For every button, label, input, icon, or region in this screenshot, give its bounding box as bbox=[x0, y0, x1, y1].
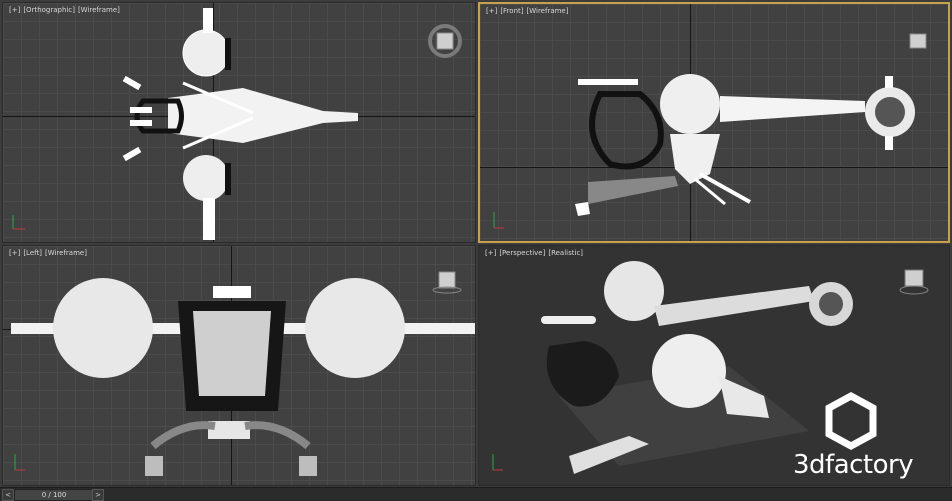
timeline-bar: < 0 / 100 > bbox=[0, 487, 952, 501]
viewport-front[interactable]: [+] [Front] [Wireframe] bbox=[478, 2, 950, 243]
timeline-prev-button[interactable]: < bbox=[2, 489, 14, 501]
timeline-next-button[interactable]: > bbox=[92, 489, 104, 501]
brand-wordmark: 3dfactory bbox=[793, 450, 914, 480]
axis-tripod-icon bbox=[12, 215, 25, 230]
timeline-slider[interactable]: 0 / 100 bbox=[14, 489, 94, 501]
axis-tripod-icon bbox=[493, 212, 504, 229]
axis-tripod-icon bbox=[14, 454, 25, 471]
viewport-orthographic[interactable]: [+] [Orthographic] [Wireframe] bbox=[2, 2, 476, 243]
viewport-left[interactable]: [+] [Left] [Wireframe] bbox=[2, 245, 476, 486]
